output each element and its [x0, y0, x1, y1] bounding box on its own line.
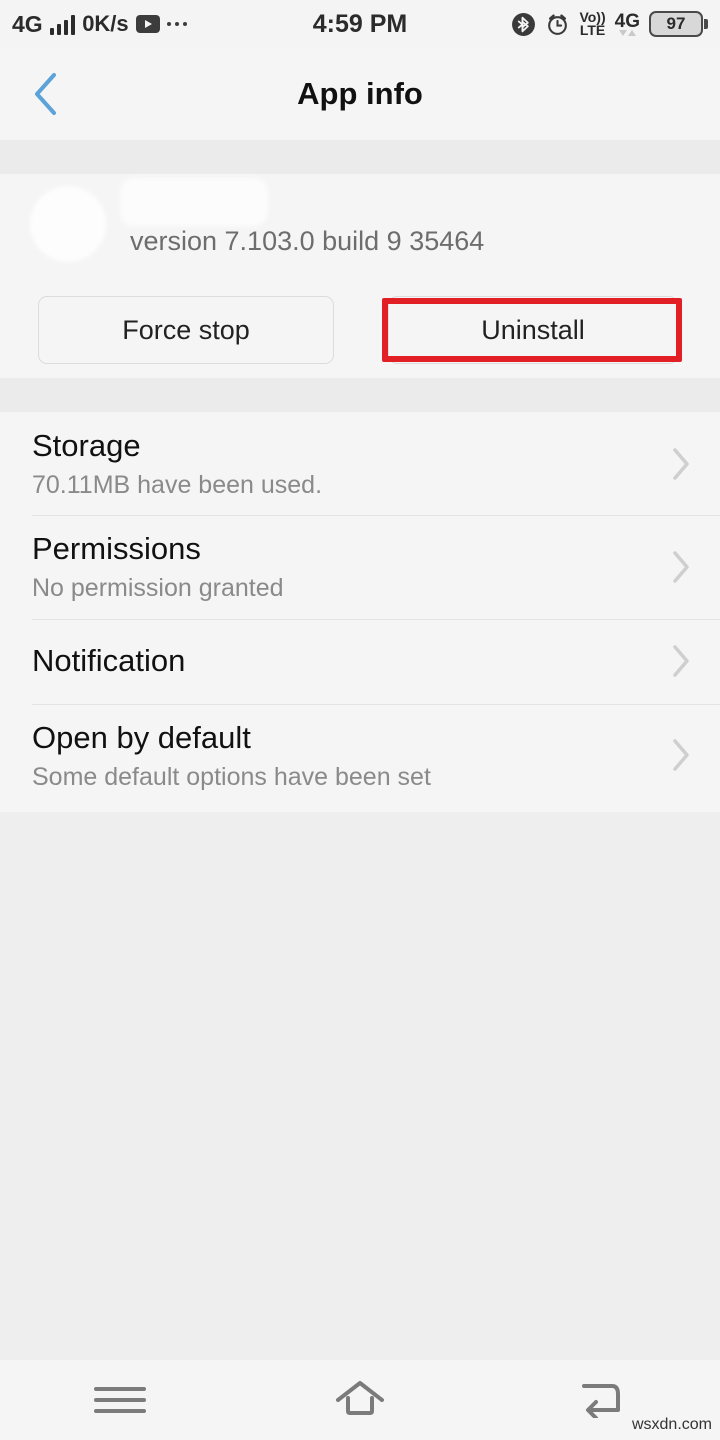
- empty-area: [0, 812, 720, 1360]
- uninstall-button[interactable]: Uninstall: [388, 296, 678, 364]
- settings-list: Storage 70.11MB have been used. Permissi…: [0, 412, 720, 808]
- list-item-title: Storage: [32, 428, 141, 463]
- home-button[interactable]: [240, 1360, 480, 1440]
- chevron-right-icon: [670, 642, 692, 680]
- status-bar-left: 4G 0K/s: [0, 10, 188, 38]
- list-item-subtitle: No permission granted: [32, 574, 284, 603]
- app-icon: [30, 186, 106, 262]
- list-item-title: Open by default: [32, 719, 251, 755]
- list-item-subtitle: 70.11MB have been used.: [32, 470, 323, 499]
- bluetooth-icon: [511, 12, 536, 37]
- volte-indicator: Vo)) LTE: [579, 10, 606, 38]
- back-arrow-icon: [574, 1378, 626, 1423]
- data-activity-arrows-icon: [618, 30, 636, 36]
- section-separator-top: [0, 140, 720, 174]
- recents-button[interactable]: [0, 1360, 240, 1440]
- volte-line2: LTE: [579, 22, 606, 38]
- chevron-right-icon: [670, 548, 692, 586]
- page-title: App info: [297, 76, 423, 111]
- battery-tip: [704, 19, 708, 29]
- signal-strength-icon: [49, 14, 76, 35]
- app-version-label: version 7.103.0 build 9 35464: [130, 226, 485, 256]
- status-bar-right: Vo)) LTE 4G 97: [511, 10, 720, 38]
- list-item[interactable]: Storage 70.11MB have been used.: [0, 412, 720, 515]
- menu-icon: [94, 1380, 146, 1420]
- network-label: 4G: [12, 10, 43, 37]
- battery-indicator: 97: [649, 11, 708, 37]
- list-item-subtitle: Some default options have been set: [32, 762, 431, 791]
- list-item-title: Notification: [32, 642, 186, 678]
- app-summary: version 7.103.0 build 9 35464: [0, 174, 720, 278]
- home-icon: [334, 1378, 386, 1423]
- watermark: wsxdn.com: [631, 1416, 712, 1433]
- back-button[interactable]: [0, 48, 90, 140]
- force-stop-button[interactable]: Force stop: [38, 296, 334, 364]
- network-type-indicator: 4G: [615, 12, 640, 36]
- more-dots-icon: [166, 21, 188, 27]
- list-item[interactable]: Permissions No permission granted: [0, 515, 720, 618]
- list-item[interactable]: Notification: [0, 618, 720, 704]
- battery-level-label: 97: [666, 14, 686, 33]
- app-bar: App info: [0, 48, 720, 140]
- list-item-title: Permissions: [32, 531, 201, 567]
- system-navigation-bar: wsxdn.com: [0, 1360, 720, 1440]
- alarm-clock-icon: [545, 12, 570, 37]
- app-name-redacted: [120, 178, 268, 226]
- section-separator-middle: [0, 378, 720, 412]
- youtube-play-icon: [135, 15, 160, 33]
- app-action-buttons: Force stop Uninstall: [0, 288, 720, 372]
- back-chevron-icon: [31, 71, 59, 117]
- data-speed-label: 0K/s: [82, 11, 129, 36]
- chevron-right-icon: [670, 445, 692, 483]
- status-bar: 4G 0K/s 4:59 PM Vo)) LTE 4G 97: [0, 0, 720, 48]
- list-item[interactable]: Open by default Some default options hav…: [0, 703, 720, 807]
- chevron-right-icon: [670, 736, 692, 774]
- app-info-screen: 4G 0K/s 4:59 PM Vo)) LTE 4G 97 App info …: [0, 0, 720, 1440]
- network-type-label: 4G: [614, 11, 640, 32]
